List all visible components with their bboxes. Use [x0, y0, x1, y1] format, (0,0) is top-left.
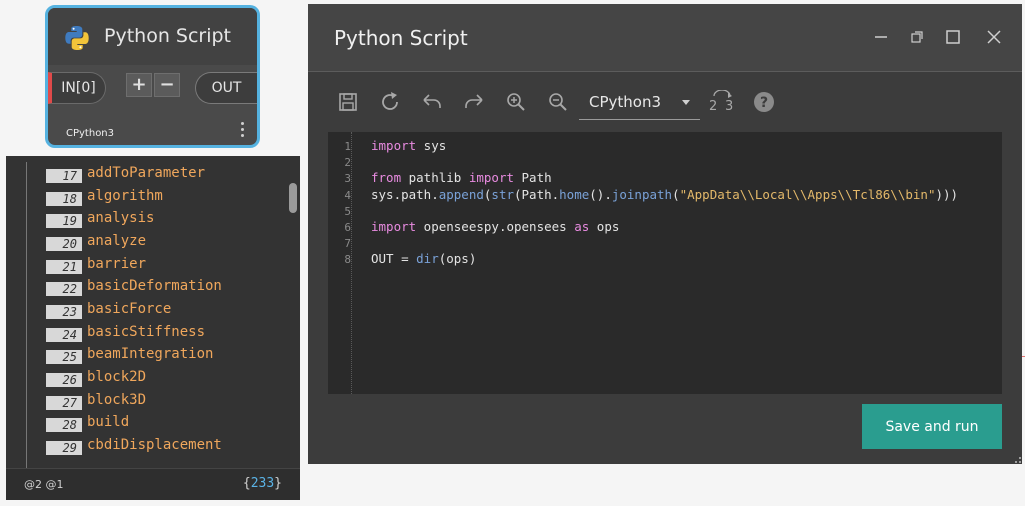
list-item-index: 26 [46, 373, 82, 387]
resize-grip-icon[interactable] [1012, 454, 1022, 464]
engine-dropdown-value: CPython3 [589, 93, 662, 111]
line-number: 2 [344, 156, 351, 170]
code-line: sys.path.append(str(Path.home().joinpath… [371, 186, 959, 202]
line-number: 8 [344, 253, 351, 267]
save-icon[interactable] [336, 90, 360, 114]
list-item-value: analysis [87, 210, 155, 226]
list-item: 18 algorithm [46, 187, 286, 209]
python-script-editor-window[interactable]: Python Script CPython3 2 3 ? 1 2 3 4 5 6… [308, 4, 1022, 464]
help-icon[interactable]: ? [752, 90, 776, 114]
list-item-value: beamIntegration [87, 346, 214, 362]
list-item-index: 28 [46, 418, 82, 432]
list-item-index: 17 [46, 169, 82, 183]
code-line: from pathlib import Path [371, 170, 552, 186]
list-item: 17 addToParameter [46, 164, 286, 186]
list-item: 21 barrier [46, 255, 286, 277]
list-item-index: 29 [46, 441, 82, 455]
code-line: import openseespy.opensees as ops [371, 218, 620, 234]
node-menu-icon[interactable] [241, 122, 245, 140]
line-number: 3 [344, 172, 351, 186]
list-item: 27 block3D [46, 391, 286, 413]
list-item-index: 21 [46, 260, 82, 274]
undo-icon[interactable] [420, 90, 444, 114]
convert-2to3-icon[interactable]: 2 3 [708, 90, 736, 114]
python-logo-icon [65, 26, 89, 50]
list-count-value: 233 [250, 476, 275, 491]
list-item-index: 19 [46, 214, 82, 228]
list-item-value: basicForce [87, 301, 172, 317]
list-item: 19 analysis [46, 209, 286, 231]
python-script-node[interactable]: Python Script IN[0] + − OUT CPython3 [45, 5, 260, 148]
list-item: 28 build [46, 413, 286, 435]
remove-input-button[interactable]: − [154, 73, 180, 97]
list-item: 22 basicDeformation [46, 277, 286, 299]
list-item-index: 22 [46, 282, 82, 296]
list-item: 23 basicForce [46, 300, 286, 322]
code-line: import sys [371, 138, 447, 153]
line-number-gutter: 1 2 3 4 5 6 7 8 [328, 140, 351, 270]
list-item: 25 beamIntegration [46, 345, 286, 367]
add-input-button[interactable]: + [126, 73, 152, 97]
save-and-run-button[interactable]: Save and run [862, 404, 1002, 449]
list-item-value: algorithm [87, 188, 163, 204]
list-item-index: 27 [46, 396, 82, 410]
node-engine-label: CPython3 [66, 128, 115, 139]
zoom-out-icon[interactable] [546, 90, 570, 114]
list-item-value: addToParameter [87, 165, 206, 181]
preview-scrollbar-thumb[interactable] [289, 183, 297, 213]
list-item: 26 block2D [46, 368, 286, 390]
maximize-icon[interactable] [942, 26, 964, 48]
list-item-index: 25 [46, 350, 82, 364]
list-item-value: basicDeformation [87, 278, 222, 294]
list-item-index: 24 [46, 328, 82, 342]
line-number: 4 [344, 188, 351, 202]
redo-icon[interactable] [462, 90, 486, 114]
node-header[interactable]: Python Script [48, 8, 257, 65]
node-preview-bubble[interactable]: 17 addToParameter 18 algorithm 19 analys… [6, 156, 300, 500]
list-count: {233} [242, 476, 282, 491]
minimize-icon[interactable] [870, 26, 892, 48]
restore-icon[interactable] [906, 26, 928, 48]
code-editor[interactable]: 1 2 3 4 5 6 7 8 import sys from pathlib … [328, 132, 1002, 394]
list-item-value: build [87, 414, 130, 430]
list-item: 20 analyze [46, 232, 286, 254]
input-port[interactable]: IN[0] [48, 72, 106, 104]
list-item-index: 23 [46, 305, 82, 319]
code-line: OUT = dir(ops) [371, 251, 477, 267]
zoom-in-icon[interactable] [504, 90, 528, 114]
list-item-value: basicStiffness [87, 324, 206, 340]
gutter-divider [351, 132, 352, 394]
run-icon[interactable] [378, 90, 402, 114]
line-number: 7 [344, 237, 351, 251]
list-item-value: cbdiDisplacement [87, 437, 222, 453]
line-number: 1 [344, 140, 351, 153]
list-item: 29 cbdiDisplacement [46, 436, 286, 458]
engine-dropdown[interactable]: CPython3 [579, 88, 700, 120]
preview-footer: @2 @1 {233} [6, 468, 300, 500]
list-item-value: block3D [87, 392, 147, 408]
list-item-index: 20 [46, 237, 82, 251]
node-title: Python Script [104, 25, 232, 47]
tree-guide-line [26, 162, 27, 470]
list-item-value: block2D [87, 369, 147, 385]
list-item-value: analyze [87, 233, 147, 249]
list-item-index: 18 [46, 192, 82, 206]
output-port[interactable]: OUT [195, 72, 257, 104]
svg-text:2: 2 [709, 99, 717, 114]
svg-text:3: 3 [725, 99, 733, 114]
line-number: 5 [344, 204, 351, 218]
line-number: 6 [344, 220, 351, 234]
editor-title: Python Script [334, 26, 468, 50]
code-text[interactable]: import sys from pathlib import Path sys.… [371, 138, 958, 268]
list-item-value: barrier [87, 256, 147, 272]
close-icon[interactable] [983, 26, 1005, 48]
list-levels-label[interactable]: @2 @1 [24, 478, 64, 491]
chevron-down-icon [682, 100, 690, 105]
editor-titlebar[interactable]: Python Script [308, 4, 1022, 72]
list-item: 24 basicStiffness [46, 323, 286, 345]
svg-text:?: ? [760, 95, 768, 111]
